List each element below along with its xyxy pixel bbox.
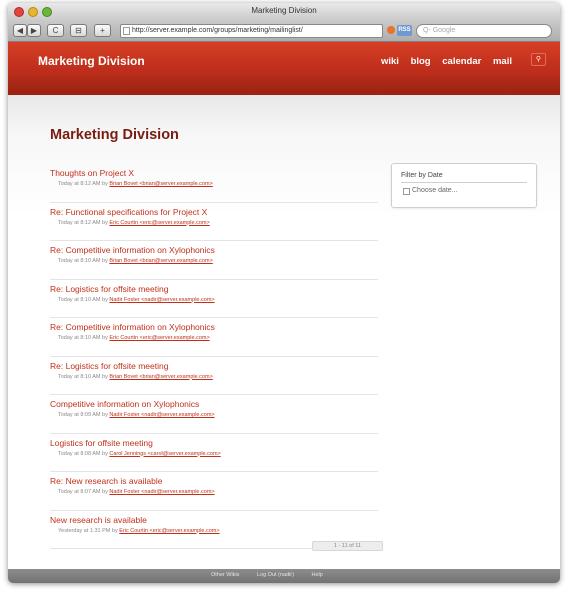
choose-date-checkbox[interactable] bbox=[403, 188, 410, 195]
address-bar[interactable]: http://server.example.com/groups/marketi… bbox=[120, 24, 383, 38]
bookmarks-button[interactable]: ⊟ bbox=[70, 24, 87, 37]
title-bar: Marketing Division bbox=[8, 3, 560, 21]
rss-button[interactable]: RSS bbox=[397, 25, 412, 36]
browser-toolbar: ◀ ▶ C ⊟ + http://server.example.com/grou… bbox=[8, 21, 560, 42]
header-sub-band bbox=[8, 77, 560, 95]
filter-title: Filter by Date bbox=[401, 172, 443, 179]
message-title-link[interactable]: Re: New research is available bbox=[50, 475, 378, 487]
author-link[interactable]: Brian Bovet <brian@server.example.com> bbox=[109, 181, 212, 187]
message-title-link[interactable]: Re: Logistics for offsite meeting bbox=[50, 360, 378, 372]
list-item: Competitive information on Xylophonics T… bbox=[50, 398, 378, 434]
message-meta: Today at 8:10 AM by Brian Bovet <brian@s… bbox=[50, 258, 378, 264]
add-bookmark-button[interactable]: + bbox=[94, 24, 111, 37]
url-text: http://server.example.com/groups/marketi… bbox=[132, 27, 303, 34]
message-by: by bbox=[102, 296, 108, 303]
message-title-link[interactable]: Re: Functional specifications for Projec… bbox=[50, 206, 378, 218]
author-link[interactable]: Carol Jennings <carol@server.example.com… bbox=[109, 451, 220, 457]
list-item: Re: Functional specifications for Projec… bbox=[50, 206, 378, 241]
author-link[interactable]: Nadir Foster <nadir@server.example.com> bbox=[109, 489, 214, 495]
author-link[interactable]: Eric Courtin <eric@server.example.com> bbox=[109, 220, 209, 226]
site-footer: Other Wikis Log Out (nadir) Help bbox=[8, 569, 560, 583]
message-date: Yesterday at 1:31 PM bbox=[58, 527, 111, 534]
footer-links: Other Wikis Log Out (nadir) Help bbox=[211, 571, 339, 580]
message-date: Today at 8:08 AM bbox=[58, 450, 101, 457]
nav-blog[interactable]: blog bbox=[411, 56, 431, 67]
message-by: by bbox=[102, 412, 108, 418]
page-icon bbox=[123, 27, 130, 35]
author-link[interactable]: Eric Courtin <eric@server.example.com> bbox=[109, 335, 209, 341]
list-item: Re: Competitive information on Xylophoni… bbox=[50, 244, 378, 280]
message-title-link[interactable]: Re: Competitive information on Xylophoni… bbox=[50, 244, 378, 256]
message-by: by bbox=[102, 181, 108, 187]
site-brand[interactable]: Marketing Division bbox=[38, 54, 145, 68]
message-by: by bbox=[102, 489, 108, 495]
forward-button[interactable]: ▶ bbox=[27, 24, 41, 37]
footer-link-help[interactable]: Help bbox=[311, 572, 322, 578]
page-title: Marketing Division bbox=[50, 127, 179, 143]
message-by: by bbox=[102, 335, 108, 341]
message-date: Today at 8:10 AM bbox=[58, 335, 101, 341]
reload-button[interactable]: C bbox=[47, 24, 64, 37]
message-date: Today at 8:07 AM bbox=[58, 489, 101, 495]
main-nav: wiki blog calendar mail bbox=[372, 56, 512, 67]
message-by: by bbox=[102, 450, 108, 457]
message-title-link[interactable]: Thoughts on Project X bbox=[50, 167, 378, 179]
message-by: by bbox=[102, 373, 108, 380]
filter-divider bbox=[401, 182, 527, 183]
message-date: Today at 8:10 AM bbox=[58, 258, 101, 264]
message-date: Today at 8:12 AM bbox=[58, 219, 101, 226]
choose-date-label[interactable]: Choose date... bbox=[412, 187, 458, 194]
list-item: Thoughts on Project X Today at 8:12 AM b… bbox=[50, 167, 378, 203]
nav-wiki[interactable]: wiki bbox=[381, 56, 399, 67]
search-icon[interactable]: ⚲ bbox=[531, 53, 546, 66]
message-by: by bbox=[102, 219, 108, 226]
list-item: Re: Logistics for offsite meeting Today … bbox=[50, 360, 378, 395]
author-link[interactable]: Nadir Foster <nadir@server.example.com> bbox=[109, 297, 214, 303]
list-item: Re: Logistics for offsite meeting Today … bbox=[50, 283, 378, 318]
browser-search-field[interactable]: Q- Google bbox=[416, 24, 552, 38]
author-link[interactable]: Eric Courtin <eric@server.example.com> bbox=[119, 528, 219, 534]
mailing-list: Thoughts on Project X Today at 8:12 AM b… bbox=[50, 167, 378, 552]
message-by: by bbox=[111, 527, 118, 534]
message-meta: Today at 8:12 AM by Eric Courtin <eric@s… bbox=[50, 220, 378, 226]
footer-link-other-wikis[interactable]: Other Wikis bbox=[211, 572, 239, 578]
nav-mail[interactable]: mail bbox=[493, 56, 512, 67]
filter-by-date-panel: Filter by Date Choose date... bbox=[391, 163, 537, 208]
browser-window: Marketing Division ◀ ▶ C ⊟ + http://serv… bbox=[8, 3, 560, 583]
message-date: Today at 8:10 AM bbox=[58, 296, 101, 303]
message-meta: Today at 8:09 AM by Nadir Foster <nadir@… bbox=[50, 412, 378, 418]
message-meta: Yesterday at 1:31 PM by Eric Courtin <er… bbox=[50, 528, 378, 534]
message-meta: Today at 8:10 AM by Eric Courtin <eric@s… bbox=[50, 335, 378, 341]
message-date: Today at 8:12 AM bbox=[58, 181, 101, 187]
window-title: Marketing Division bbox=[251, 6, 317, 15]
pagination[interactable]: 1 - 11 of 11 bbox=[312, 541, 383, 551]
message-title-link[interactable]: Competitive information on Xylophonics bbox=[50, 398, 378, 410]
page-content: Marketing Division Thoughts on Project X… bbox=[8, 95, 560, 569]
author-link[interactable]: Brian Bovet <brian@server.example.com> bbox=[109, 258, 212, 264]
author-link[interactable]: Brian Bovet <brian@server.example.com> bbox=[109, 374, 212, 380]
message-title-link[interactable]: Logistics for offsite meeting bbox=[50, 437, 378, 449]
message-meta: Today at 8:10 AM by Nadir Foster <nadir@… bbox=[50, 297, 378, 303]
message-meta: Today at 8:12 AM by Brian Bovet <brian@s… bbox=[50, 181, 378, 187]
message-meta: Today at 8:10 AM by Brian Bovet <brian@s… bbox=[50, 374, 378, 380]
site-header: Marketing Division wiki blog calendar ma… bbox=[8, 42, 560, 77]
message-date: Today at 8:09 AM bbox=[58, 412, 101, 418]
back-button[interactable]: ◀ bbox=[13, 24, 27, 37]
message-by: by bbox=[102, 258, 108, 264]
message-meta: Today at 8:07 AM by Nadir Foster <nadir@… bbox=[50, 489, 378, 495]
footer-link-log-out[interactable]: Log Out (nadir) bbox=[257, 572, 294, 578]
list-item: Logistics for offsite meeting Today at 8… bbox=[50, 437, 378, 472]
message-date: Today at 8:10 AM bbox=[58, 373, 101, 380]
list-item: Re: Competitive information on Xylophoni… bbox=[50, 321, 378, 357]
author-link[interactable]: Nadir Foster <nadir@server.example.com> bbox=[109, 412, 214, 418]
message-title-link[interactable]: Re: Logistics for offsite meeting bbox=[50, 283, 378, 295]
list-item: Re: New research is available Today at 8… bbox=[50, 475, 378, 511]
message-meta: Today at 8:08 AM by Carol Jennings <caro… bbox=[50, 451, 378, 457]
message-title-link[interactable]: New research is available bbox=[50, 514, 378, 526]
feed-icon[interactable] bbox=[387, 26, 395, 34]
nav-calendar[interactable]: calendar bbox=[442, 56, 481, 67]
message-title-link[interactable]: Re: Competitive information on Xylophoni… bbox=[50, 321, 378, 333]
